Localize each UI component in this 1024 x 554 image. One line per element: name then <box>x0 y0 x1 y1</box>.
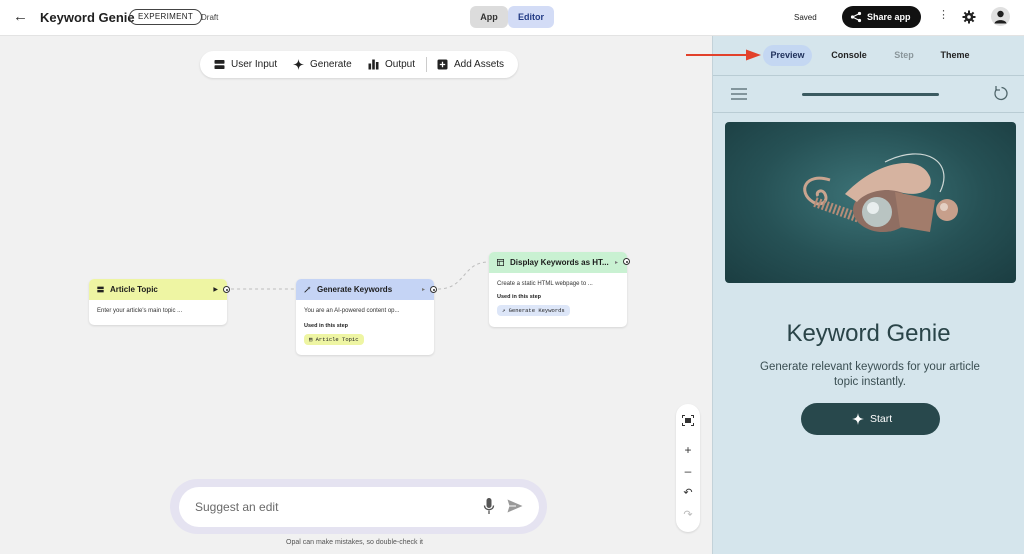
panel-divider <box>713 112 1024 113</box>
progress-bar <box>802 93 939 96</box>
more-vert-icon[interactable]: ⋮ <box>938 10 949 21</box>
start-button[interactable]: Start <box>801 403 940 435</box>
save-status: Saved <box>794 13 817 22</box>
output-port[interactable] <box>430 286 437 293</box>
generate-icon <box>304 286 311 293</box>
canvas-controls: + – ↶ ↷ <box>676 404 700 532</box>
node-article-topic[interactable]: Article Topic ▶ Enter your article's mai… <box>89 279 227 325</box>
tab-preview[interactable]: Preview <box>763 45 812 66</box>
refresh-icon[interactable] <box>993 85 1010 102</box>
user-input-icon <box>97 286 104 293</box>
node-generate-keywords[interactable]: Generate Keywords ▸ You are an AI-powere… <box>296 279 434 355</box>
tab-console[interactable]: Console <box>826 45 872 66</box>
node-title: Article Topic <box>110 285 158 294</box>
send-icon[interactable] <box>507 499 523 513</box>
gear-icon[interactable] <box>962 10 976 24</box>
web-output-icon <box>497 259 504 266</box>
sparkle-icon <box>852 413 864 425</box>
input-chip[interactable]: ↗ Generate Keywords <box>497 305 570 316</box>
node-title: Generate Keywords <box>317 285 393 294</box>
node-title: Display Keywords as HT... <box>510 258 609 267</box>
used-in-step-label: Used in this step <box>304 323 349 329</box>
hero-image <box>725 122 1016 283</box>
node-header: Generate Keywords ▸ <box>296 279 434 300</box>
share-app-button[interactable]: Share app <box>842 6 921 28</box>
suggest-edit-input[interactable] <box>195 499 465 515</box>
used-in-step-label: Used in this step <box>497 294 542 300</box>
play-icon[interactable]: ▶ <box>213 286 218 293</box>
hero-artwork <box>803 153 958 232</box>
undo-icon[interactable]: ↶ <box>676 488 700 499</box>
play-icon[interactable]: ▸ <box>422 286 425 293</box>
output-port[interactable] <box>623 258 630 265</box>
share-app-label: Share app <box>867 12 911 22</box>
redo-icon: ↷ <box>683 509 693 521</box>
node-display-keywords[interactable]: Display Keywords as HT... ▸ Create a sta… <box>489 252 627 327</box>
zoom-in-icon[interactable]: + <box>676 444 700 456</box>
output-port[interactable] <box>223 286 230 293</box>
node-body: Enter your article's main topic ... <box>97 308 183 314</box>
preview-app-description: Generate relevant keywords for your arti… <box>760 361 980 388</box>
avatar[interactable] <box>991 7 1010 26</box>
node-prompt: Create a static HTML webpage to ... <box>497 281 593 287</box>
tab-step: Step <box>894 50 914 60</box>
avatar-icon <box>994 10 1007 24</box>
mic-icon[interactable] <box>483 497 495 515</box>
preview-app-title: Keyword Genie <box>786 320 951 347</box>
node-prompt: You are an AI-powered content op... <box>304 308 400 314</box>
disclaimer-text: Opal can make mistakes, so double-check … <box>286 539 423 546</box>
share-icon <box>850 11 862 23</box>
node-header: Display Keywords as HT... ▸ <box>489 252 627 273</box>
start-label: Start <box>870 413 893 425</box>
panel-divider <box>713 75 1024 76</box>
node-body: You are an AI-powered content op... Used… <box>296 300 434 353</box>
node-header: Article Topic ▶ <box>89 279 227 300</box>
preview-panel <box>712 36 1024 554</box>
tab-theme[interactable]: Theme <box>935 45 975 66</box>
node-body: Create a static HTML webpage to ... Used… <box>489 273 627 324</box>
play-icon[interactable]: ▸ <box>615 259 618 266</box>
input-chip-label: Generate Keywords <box>508 307 565 314</box>
menu-icon[interactable] <box>731 88 747 100</box>
input-chip-label: Article Topic <box>315 336 359 343</box>
zoom-out-icon[interactable]: – <box>676 465 700 477</box>
input-chip[interactable]: ▤ Article Topic <box>304 334 364 345</box>
annotation-arrow <box>686 49 761 61</box>
fit-view-icon[interactable] <box>682 415 694 426</box>
